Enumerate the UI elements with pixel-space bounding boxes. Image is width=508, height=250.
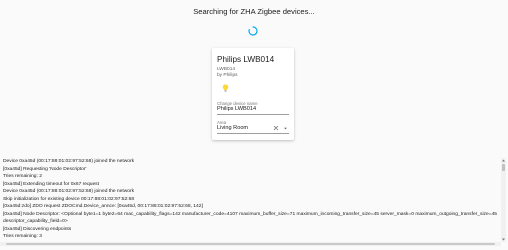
scroll-up-arrow-icon[interactable] [501, 158, 506, 163]
log-line: Device 0xa45d (00:17:88:01:02:97:52:68) … [3, 159, 135, 164]
log-line: Skip initialization for existing device … [3, 196, 135, 202]
log-horizontal-scrollbar[interactable] [0, 242, 501, 246]
zha-add-devices-page: Searching for ZHA Zigbee devices... Phil… [0, 0, 508, 250]
area-picker[interactable]: Area Living Room [217, 120, 289, 134]
lightbulb-icon [222, 84, 229, 92]
log-vertical-scrollbar[interactable] [501, 158, 506, 242]
spinner-icon [248, 26, 258, 36]
page-title: Searching for ZHA Zigbee devices... [193, 7, 315, 16]
log-line: Tries remaining: 3 [3, 234, 42, 239]
log-line: [0xa45d] Requesting 'Node Descriptor' [3, 166, 87, 172]
scroll-down-arrow-icon[interactable] [501, 237, 506, 242]
close-icon[interactable] [273, 125, 279, 131]
log-line: [0xa45d:zdo] ZDO request ZDOCmd.Device_a… [3, 204, 203, 209]
log-line: [0xa45d] Extending timeout for 0x67 requ… [3, 181, 99, 187]
chevron-down-icon[interactable] [283, 126, 288, 131]
log-lines: Device 0xa45d (00:17:88:01:02:97:52:68) … [3, 158, 498, 241]
log-panel: Device 0xa45d (00:17:88:01:02:97:52:68) … [0, 158, 508, 242]
log-line: Tries remaining: 2 [3, 174, 42, 179]
device-name: Philips LWB014 [217, 55, 275, 64]
device-card: Philips LWB014 LWB014 by Philips Change … [212, 48, 294, 140]
horizontal-scroll-thumb[interactable] [6, 243, 495, 245]
device-name-field[interactable]: Change device name Philips LWB014 [217, 101, 289, 115]
scroll-thumb[interactable] [502, 164, 505, 171]
device-name-input[interactable]: Philips LWB014 [217, 106, 289, 113]
log-line: [0xa45d] Discovering endpoints [3, 226, 72, 232]
log-line: Device 0xa45d (00:17:88:01:02:97:52:68) … [3, 189, 135, 194]
log-line: [0xa45d] Node Descriptor: <Optional byte… [3, 211, 498, 225]
device-manufacturer: by Philips [217, 73, 238, 78]
